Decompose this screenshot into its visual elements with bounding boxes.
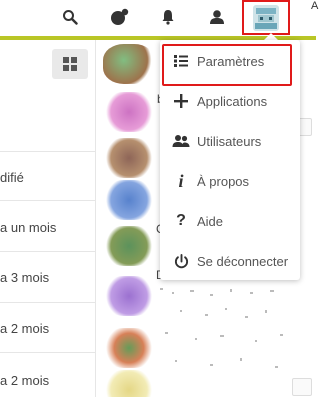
modified-date: a 3 mois	[0, 270, 50, 285]
grid-icon	[63, 57, 77, 71]
contacts-icon[interactable]	[205, 5, 229, 29]
menu-item-label: Se déconnecter	[197, 253, 289, 269]
image-fragment	[150, 280, 300, 390]
menu-item-label: Applications	[197, 93, 268, 109]
row-divider	[0, 302, 96, 303]
modified-date: a 2 mois	[0, 373, 50, 388]
modified-date: a un mois	[0, 220, 57, 235]
avatar	[253, 5, 279, 31]
file-list-panel	[0, 40, 96, 397]
menu-item-label: Utilisateurs	[197, 133, 262, 149]
row-divider	[0, 352, 96, 353]
row-divider	[0, 151, 96, 152]
thumbnail[interactable]	[103, 328, 155, 368]
thumbnail[interactable]	[103, 276, 155, 316]
menu-item-label: Aide	[197, 213, 224, 229]
power-icon	[171, 253, 191, 269]
thumbnail[interactable]	[103, 180, 155, 220]
highlight-box	[162, 44, 292, 86]
menu-item-utilisateurs[interactable]: Utilisateurs	[160, 122, 300, 160]
plus-icon	[171, 94, 191, 108]
search-icon[interactable]	[58, 5, 82, 29]
user-avatar-button[interactable]	[242, 0, 290, 35]
thumbnail[interactable]	[103, 370, 155, 397]
modified-date: a 2 mois	[0, 321, 50, 336]
menu-item-label: À propos	[197, 173, 250, 189]
notifications-icon[interactable]	[156, 5, 180, 29]
thumbnail[interactable]	[103, 138, 155, 178]
users-icon	[171, 134, 191, 148]
edge-text: A	[311, 0, 319, 12]
activity-icon[interactable]	[108, 5, 132, 29]
thumbnail[interactable]	[103, 226, 155, 266]
menu-item-a-propos[interactable]: i À propos	[160, 162, 300, 200]
help-icon: ?	[176, 212, 186, 229]
menu-item-se-deconnecter[interactable]: Se déconnecter	[160, 242, 300, 280]
grid-view-button[interactable]	[52, 49, 88, 79]
menu-item-applications[interactable]: Applications	[160, 82, 300, 120]
top-header: A	[0, 0, 319, 36]
row-action-button[interactable]	[292, 378, 312, 396]
row-divider	[0, 251, 96, 252]
panel-divider	[95, 40, 96, 397]
menu-item-aide[interactable]: ? Aide	[160, 202, 300, 240]
row-divider	[0, 200, 96, 201]
modified-date: difié	[0, 170, 24, 185]
info-icon: i	[178, 170, 184, 191]
thumbnail[interactable]	[103, 92, 155, 132]
thumbnail[interactable]	[103, 44, 155, 84]
